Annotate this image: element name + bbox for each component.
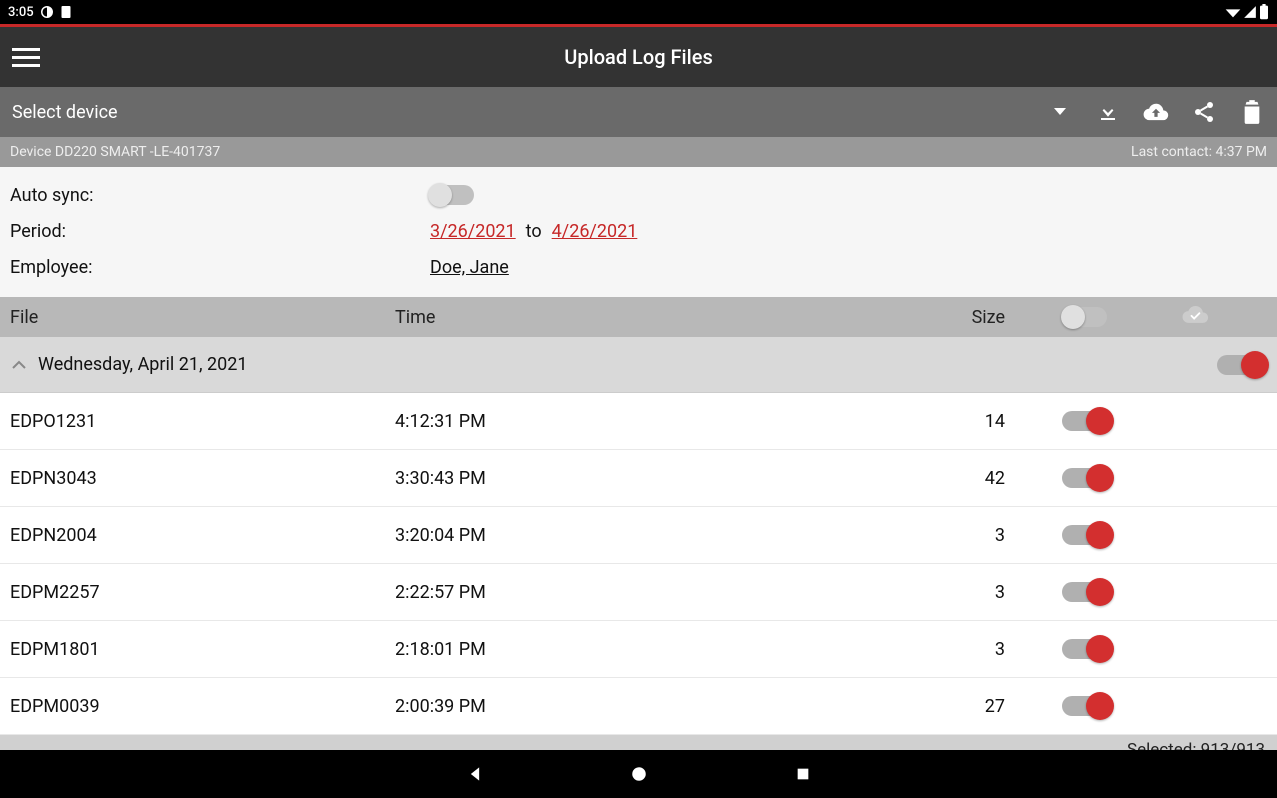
device-name: Device DD220 SMART -LE-401737 bbox=[10, 144, 220, 160]
battery-icon bbox=[1259, 4, 1269, 20]
wifi-icon bbox=[1225, 5, 1241, 19]
file-size: 27 bbox=[895, 696, 1025, 717]
date-group-row[interactable]: Wednesday, April 21, 2021 bbox=[0, 337, 1277, 393]
table-header: File Time Size bbox=[0, 297, 1277, 337]
status-time: 3:05 bbox=[8, 5, 34, 20]
file-name: EDPN2004 bbox=[10, 525, 395, 546]
file-name: EDPM1801 bbox=[10, 639, 395, 660]
row-toggle[interactable] bbox=[1062, 525, 1108, 545]
file-name: EDPN3043 bbox=[10, 468, 395, 489]
file-name: EDPO1231 bbox=[10, 411, 395, 432]
period-label: Period: bbox=[10, 221, 430, 242]
period-to-word: to bbox=[526, 221, 542, 242]
file-time: 2:00:39 PM bbox=[395, 696, 895, 717]
menu-button[interactable] bbox=[12, 41, 44, 73]
table-row[interactable]: EDPO1231 4:12:31 PM 14 bbox=[0, 393, 1277, 450]
status-bar: 3:05 bbox=[0, 0, 1277, 24]
settings-panel: Auto sync: Period: 3/26/2021 to 4/26/202… bbox=[0, 167, 1277, 297]
cloud-upload-icon[interactable] bbox=[1143, 99, 1169, 125]
employee-label: Employee: bbox=[10, 257, 430, 278]
select-device-bar: Select device bbox=[0, 87, 1277, 137]
period-to-link[interactable]: 4/26/2021 bbox=[552, 221, 638, 242]
last-contact: Last contact: 4:37 PM bbox=[1131, 144, 1267, 160]
nav-back-button[interactable] bbox=[463, 762, 487, 786]
autosync-toggle[interactable] bbox=[430, 185, 474, 205]
col-size-header: Size bbox=[895, 307, 1025, 328]
employee-link[interactable]: Doe, Jane bbox=[430, 257, 509, 278]
dropdown-icon[interactable] bbox=[1047, 99, 1073, 125]
table-row[interactable]: EDPM2257 2:22:57 PM 3 bbox=[0, 564, 1277, 621]
table-row[interactable]: EDPM1801 2:18:01 PM 3 bbox=[0, 621, 1277, 678]
header-toggle[interactable] bbox=[1063, 307, 1107, 327]
table-row[interactable]: EDPN2004 3:20:04 PM 3 bbox=[0, 507, 1277, 564]
table-row[interactable]: EDPN3043 3:30:43 PM 42 bbox=[0, 450, 1277, 507]
nav-recent-button[interactable] bbox=[791, 762, 815, 786]
row-toggle[interactable] bbox=[1062, 411, 1108, 431]
trash-icon[interactable] bbox=[1239, 99, 1265, 125]
device-info-bar: Device DD220 SMART -LE-401737 Last conta… bbox=[0, 137, 1277, 167]
file-time: 3:20:04 PM bbox=[395, 525, 895, 546]
app-bar: Upload Log Files bbox=[0, 27, 1277, 87]
file-size: 3 bbox=[895, 525, 1025, 546]
file-size: 42 bbox=[895, 468, 1025, 489]
status-app-icon-1 bbox=[40, 5, 54, 19]
file-size: 3 bbox=[895, 639, 1025, 660]
file-time: 2:18:01 PM bbox=[395, 639, 895, 660]
file-name: EDPM2257 bbox=[10, 582, 395, 603]
nav-bar bbox=[0, 750, 1277, 798]
select-device-label[interactable]: Select device bbox=[12, 102, 1047, 123]
file-time: 3:30:43 PM bbox=[395, 468, 895, 489]
file-size: 14 bbox=[895, 411, 1025, 432]
table-row[interactable]: EDPM0039 2:00:39 PM 27 bbox=[0, 678, 1277, 735]
row-toggle[interactable] bbox=[1062, 639, 1108, 659]
col-file-header: File bbox=[10, 307, 395, 328]
date-group-label: Wednesday, April 21, 2021 bbox=[38, 354, 1217, 375]
download-icon[interactable] bbox=[1095, 99, 1121, 125]
row-toggle[interactable] bbox=[1062, 468, 1108, 488]
period-from-link[interactable]: 3/26/2021 bbox=[430, 221, 516, 242]
file-size: 3 bbox=[895, 582, 1025, 603]
row-toggle[interactable] bbox=[1062, 582, 1108, 602]
signal-icon bbox=[1243, 5, 1257, 19]
status-app-icon-2 bbox=[60, 5, 72, 19]
autosync-label: Auto sync: bbox=[10, 185, 430, 206]
file-name: EDPM0039 bbox=[10, 696, 395, 717]
col-time-header: Time bbox=[395, 307, 895, 328]
row-toggle[interactable] bbox=[1062, 696, 1108, 716]
date-group-toggle[interactable] bbox=[1217, 355, 1263, 375]
chevron-up-icon bbox=[10, 356, 28, 374]
file-time: 2:22:57 PM bbox=[395, 582, 895, 603]
cloud-check-icon bbox=[1181, 305, 1209, 330]
page-title: Upload Log Files bbox=[44, 45, 1233, 69]
nav-home-button[interactable] bbox=[627, 762, 651, 786]
file-time: 4:12:31 PM bbox=[395, 411, 895, 432]
share-icon[interactable] bbox=[1191, 99, 1217, 125]
